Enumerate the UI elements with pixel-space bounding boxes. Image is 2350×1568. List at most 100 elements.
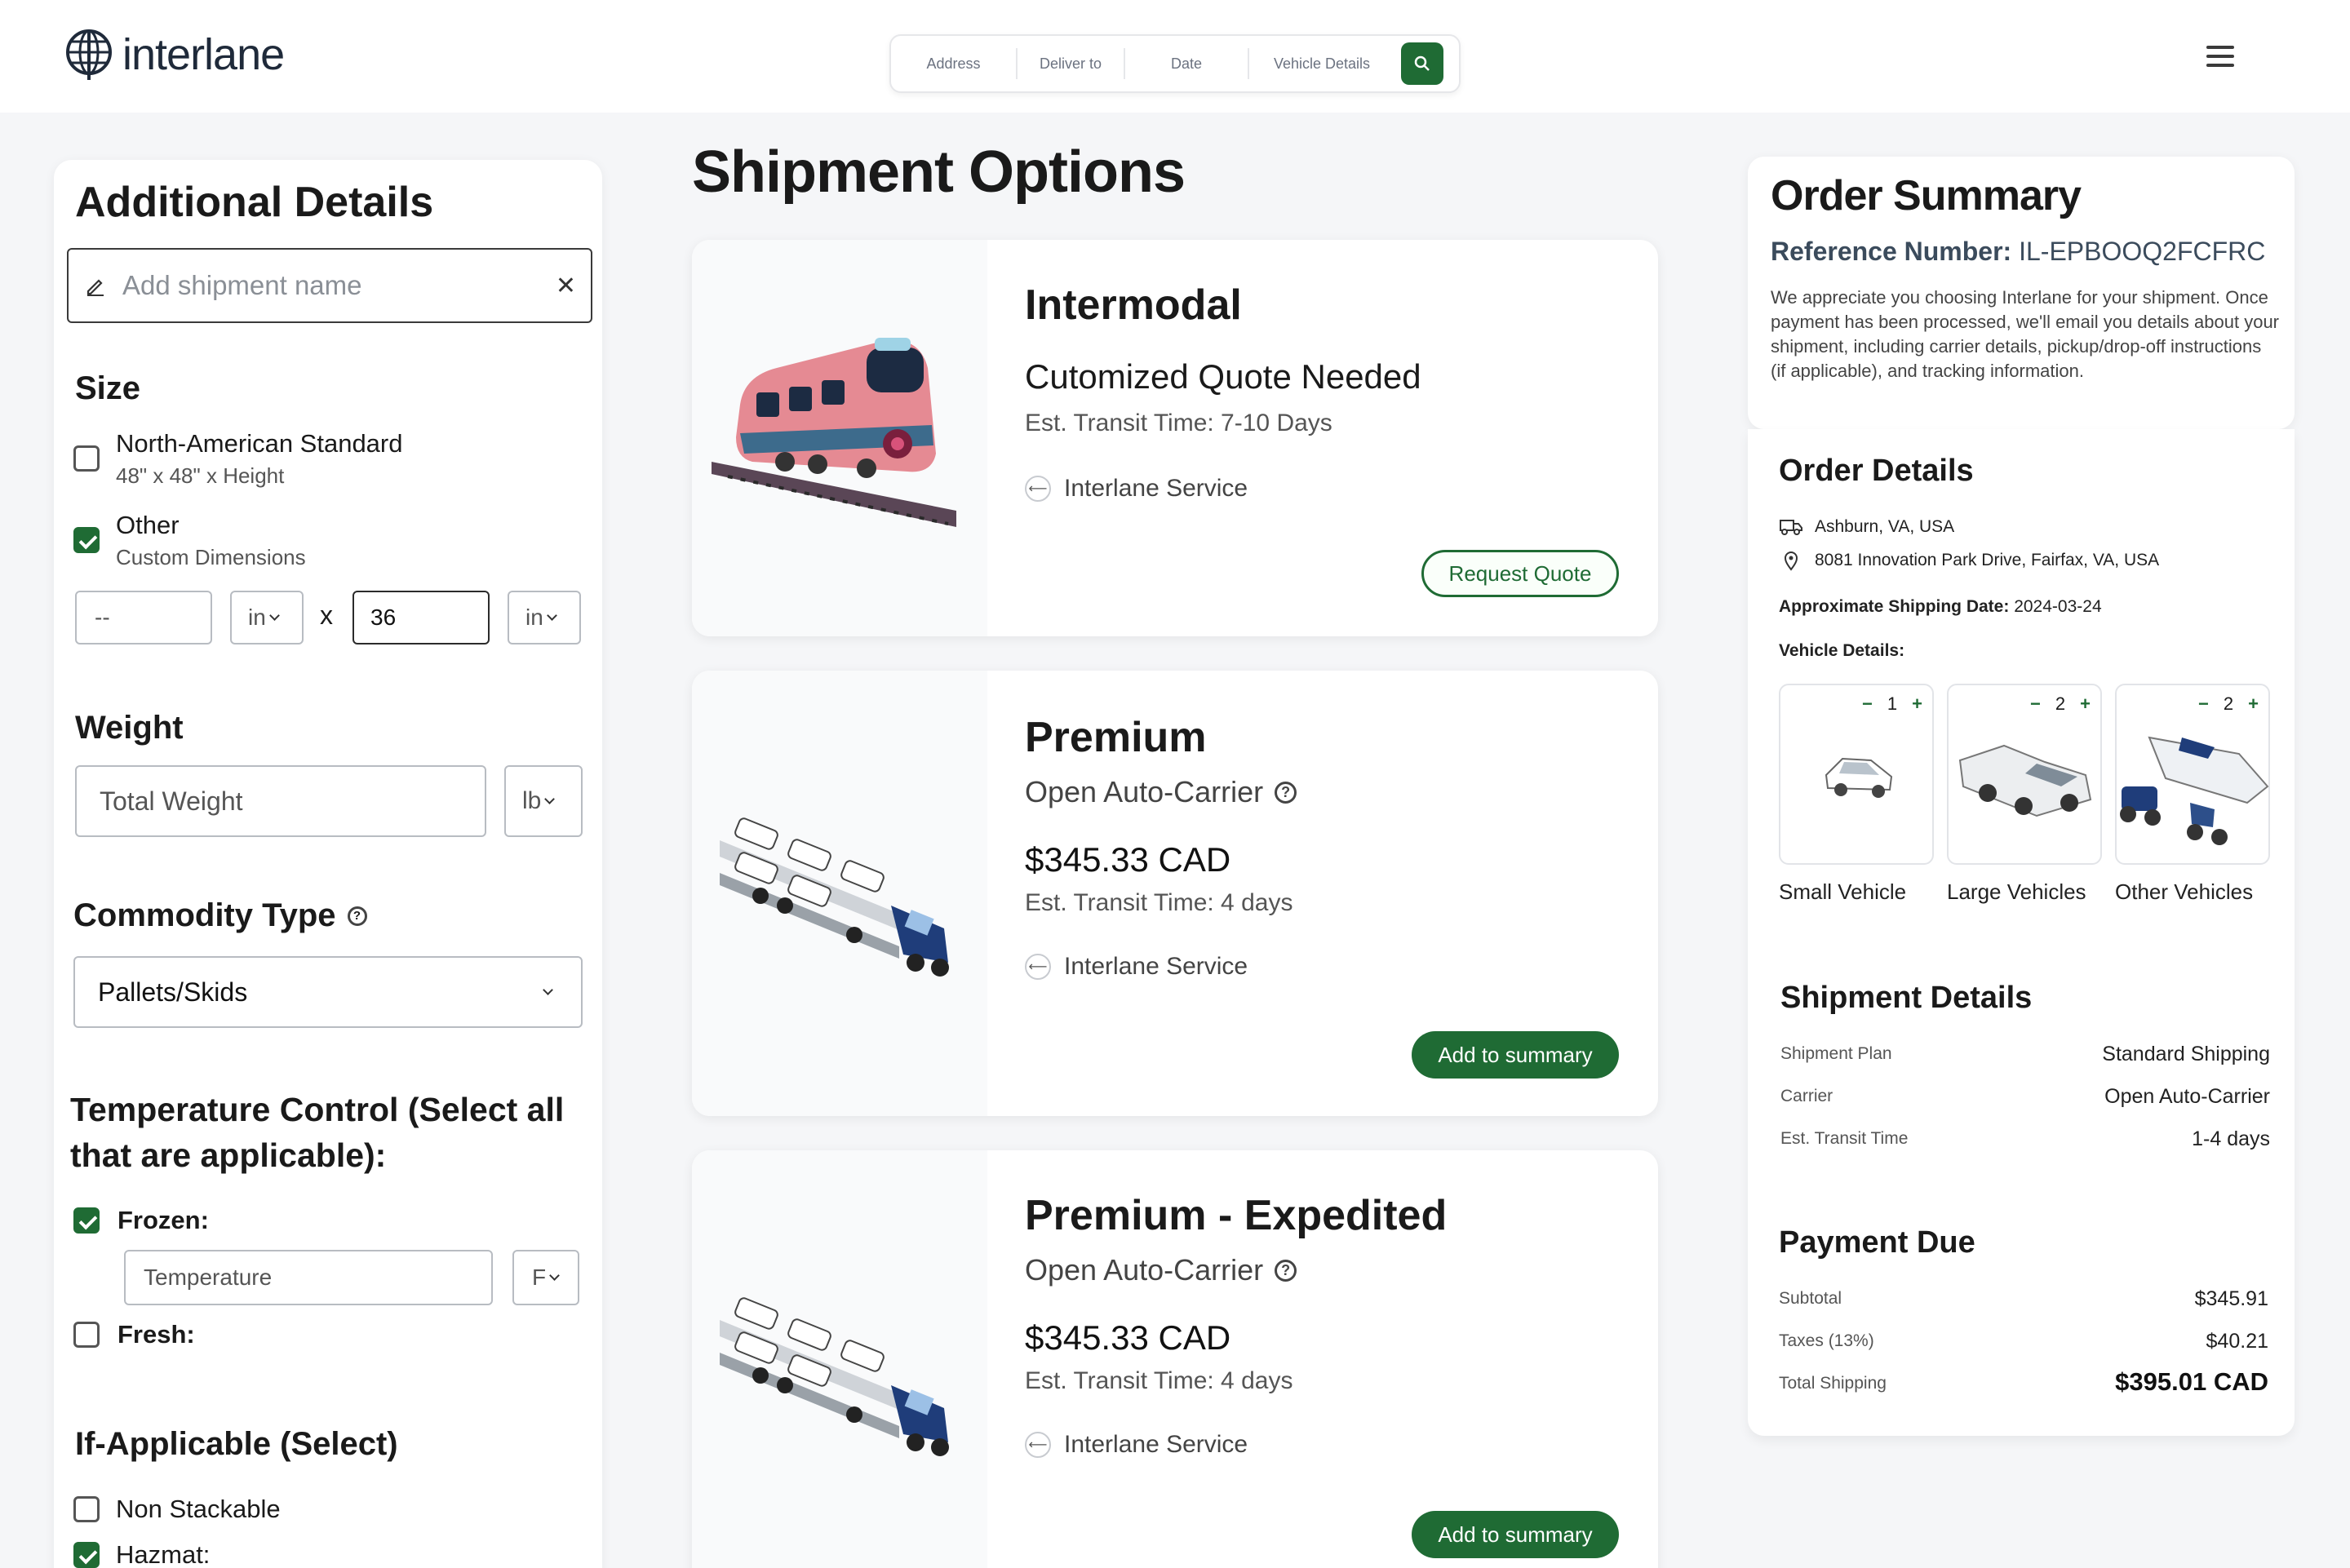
add-to-summary-button[interactable]: Add to summary <box>1412 1511 1619 1558</box>
shipping-date-row: Approximate Shipping Date: 2024-03-24 <box>1779 597 2102 617</box>
shipment-option-card-premium: Premium Open Auto-Carrier ? $345.33 CAD … <box>692 671 1658 1116</box>
frozen-label: Frozen: <box>118 1206 209 1234</box>
destination-row: 8081 Innovation Park Drive, Fairfax, VA,… <box>1779 550 2159 571</box>
top-header: interlane Address Deliver to Date Vehicl… <box>0 0 2350 113</box>
shipment-plan-label: Shipment Plan <box>1780 1044 1892 1063</box>
plus-icon[interactable]: + <box>1912 693 1922 715</box>
commodity-type-value: Pallets/Skids <box>98 977 248 1007</box>
hazmat-checkbox[interactable] <box>73 1542 100 1568</box>
search-address-field[interactable]: Address <box>891 48 1018 79</box>
card-subtitle: Cutomized Quote Needed <box>1025 357 1421 396</box>
commodity-type-label: Commodity Type <box>73 897 336 933</box>
minus-icon[interactable]: − <box>2030 693 2041 715</box>
order-summary-header-card: Order Summary Reference Number: IL-EPBOO… <box>1748 157 2295 429</box>
temperature-heading-line1: Temperature Control (Select all <box>70 1091 565 1128</box>
brand-name: interlane <box>122 30 285 79</box>
total-weight-input[interactable]: Total Weight <box>75 765 486 837</box>
payment-due-heading: Payment Due <box>1779 1225 1975 1260</box>
clear-close-icon[interactable]: ✕ <box>556 272 576 300</box>
vehicle-label-small: Small Vehicle <box>1779 879 1907 904</box>
size-other-sub: Custom Dimensions <box>116 545 306 569</box>
reference-number-value: IL-EPBOOQ2FCFRC <box>2019 237 2266 266</box>
card-transit-time: Est. Transit Time: 4 days <box>1025 1367 1293 1394</box>
origin-row: Ashburn, VA, USA <box>1779 517 1954 537</box>
brand-logo[interactable]: interlane <box>64 28 285 82</box>
additional-details-title: Additional Details <box>75 179 434 226</box>
pencil-icon <box>86 279 104 296</box>
search-deliver-to-field[interactable]: Deliver to <box>1018 48 1125 79</box>
subtotal-label: Subtotal <box>1779 1289 1842 1308</box>
card-price: $345.33 CAD <box>1025 840 1231 879</box>
weight-unit-select[interactable]: lb <box>504 765 583 837</box>
size-standard-checkbox[interactable] <box>73 445 100 472</box>
commodity-type-select[interactable]: Pallets/Skids <box>73 956 583 1028</box>
total-shipping-value: $395.01 CAD <box>2115 1367 2268 1396</box>
card-transit-time: Est. Transit Time: 4 days <box>1025 889 1293 916</box>
help-circle-icon[interactable]: ? <box>1275 781 1297 804</box>
request-quote-button[interactable]: Request Quote <box>1421 550 1619 597</box>
help-circle-icon[interactable]: ? <box>347 906 367 926</box>
non-stackable-checkbox[interactable] <box>73 1496 100 1522</box>
arrow-left-icon: ⟵ <box>1025 954 1051 980</box>
vehicle-quantity-stepper: − 2 + <box>2030 693 2091 715</box>
dimension-2-input[interactable]: 36 <box>352 591 490 644</box>
non-stackable-label: Non Stackable <box>116 1495 281 1523</box>
weight-unit-value: lb <box>522 787 542 814</box>
shipping-date-value: 2024-03-24 <box>2014 597 2102 616</box>
boat-and-atv-icon <box>2120 736 2269 845</box>
temperature-input[interactable]: Temperature <box>124 1250 493 1305</box>
train-illustration <box>692 240 987 636</box>
help-circle-icon[interactable]: ? <box>1275 1259 1297 1282</box>
search-button[interactable] <box>1401 42 1443 85</box>
temperature-unit-value: F <box>532 1265 547 1290</box>
add-to-summary-button[interactable]: Add to summary <box>1412 1031 1619 1079</box>
search-icon <box>1414 55 1430 71</box>
dimension-1-input[interactable]: -- <box>75 591 212 644</box>
vehicle-quantity-stepper: − 1 + <box>1862 693 1922 715</box>
temperature-unit-select[interactable]: F <box>512 1250 579 1305</box>
chevron-down-icon <box>544 793 556 804</box>
card-subtitle: Open Auto-Carrier <box>1025 775 1264 808</box>
frozen-checkbox[interactable] <box>73 1207 100 1234</box>
minus-icon[interactable]: − <box>1862 693 1873 715</box>
additional-details-panel: Additional Details Add shipment name ✕ S… <box>54 160 602 1568</box>
search-vehicle-details-field[interactable]: Vehicle Details <box>1249 48 1394 79</box>
transit-time-value: 1-4 days <box>2192 1127 2270 1150</box>
globe-logo-icon <box>66 29 112 80</box>
hazmat-label: Hazmat: <box>116 1540 211 1568</box>
card-service-label: Interlane Service <box>1064 1431 1248 1458</box>
small-car-icon <box>1825 757 1893 798</box>
card-service-label: Interlane Service <box>1064 475 1248 502</box>
card-subtitle-row: Open Auto-Carrier ? <box>1025 775 1297 809</box>
size-other-checkbox[interactable] <box>73 527 100 553</box>
shipment-name-input[interactable]: Add shipment name ✕ <box>67 248 592 323</box>
plus-icon[interactable]: + <box>2080 693 2091 715</box>
vehicle-details-label: Vehicle Details: <box>1779 641 1905 660</box>
card-title: Intermodal <box>1025 281 1242 329</box>
size-standard-sub: 48" x 48" x Height <box>116 463 285 488</box>
destination-address: 8081 Innovation Park Drive, Fairfax, VA,… <box>1815 551 2160 569</box>
chevron-down-icon <box>268 609 280 621</box>
weight-heading: Weight <box>75 710 184 746</box>
pickup-truck-icon <box>1958 744 2092 817</box>
vehicle-card-other: − 2 + <box>2115 684 2270 865</box>
car-carrier-truck-icon <box>720 817 949 977</box>
size-standard-label: North-American Standard <box>116 429 403 458</box>
arrow-left-icon: ⟵ <box>1025 476 1051 502</box>
arrow-left-icon: ⟵ <box>1025 1432 1051 1458</box>
vehicle-count: 2 <box>2055 693 2066 714</box>
shipment-details-heading: Shipment Details <box>1780 981 2033 1015</box>
chevron-down-icon <box>546 609 557 621</box>
shipment-option-card-premium-expedited: Premium - Expedited Open Auto-Carrier ? … <box>692 1150 1658 1568</box>
card-service-label: Interlane Service <box>1064 953 1248 980</box>
search-date-field[interactable]: Date <box>1125 48 1249 79</box>
dimension-times-sign: x <box>320 600 333 630</box>
dimension-2-unit-value: in <box>525 605 543 630</box>
dimension-2-unit-select[interactable]: in <box>508 591 581 644</box>
shipping-date-label: Approximate Shipping Date: <box>1779 597 2010 616</box>
dimension-1-unit-select[interactable]: in <box>230 591 304 644</box>
fresh-checkbox[interactable] <box>73 1322 100 1348</box>
search-bar: Address Deliver to Date Vehicle Details <box>889 34 1461 93</box>
hamburger-menu-icon[interactable] <box>2206 46 2234 67</box>
car-carrier-truck-icon <box>720 1297 949 1456</box>
